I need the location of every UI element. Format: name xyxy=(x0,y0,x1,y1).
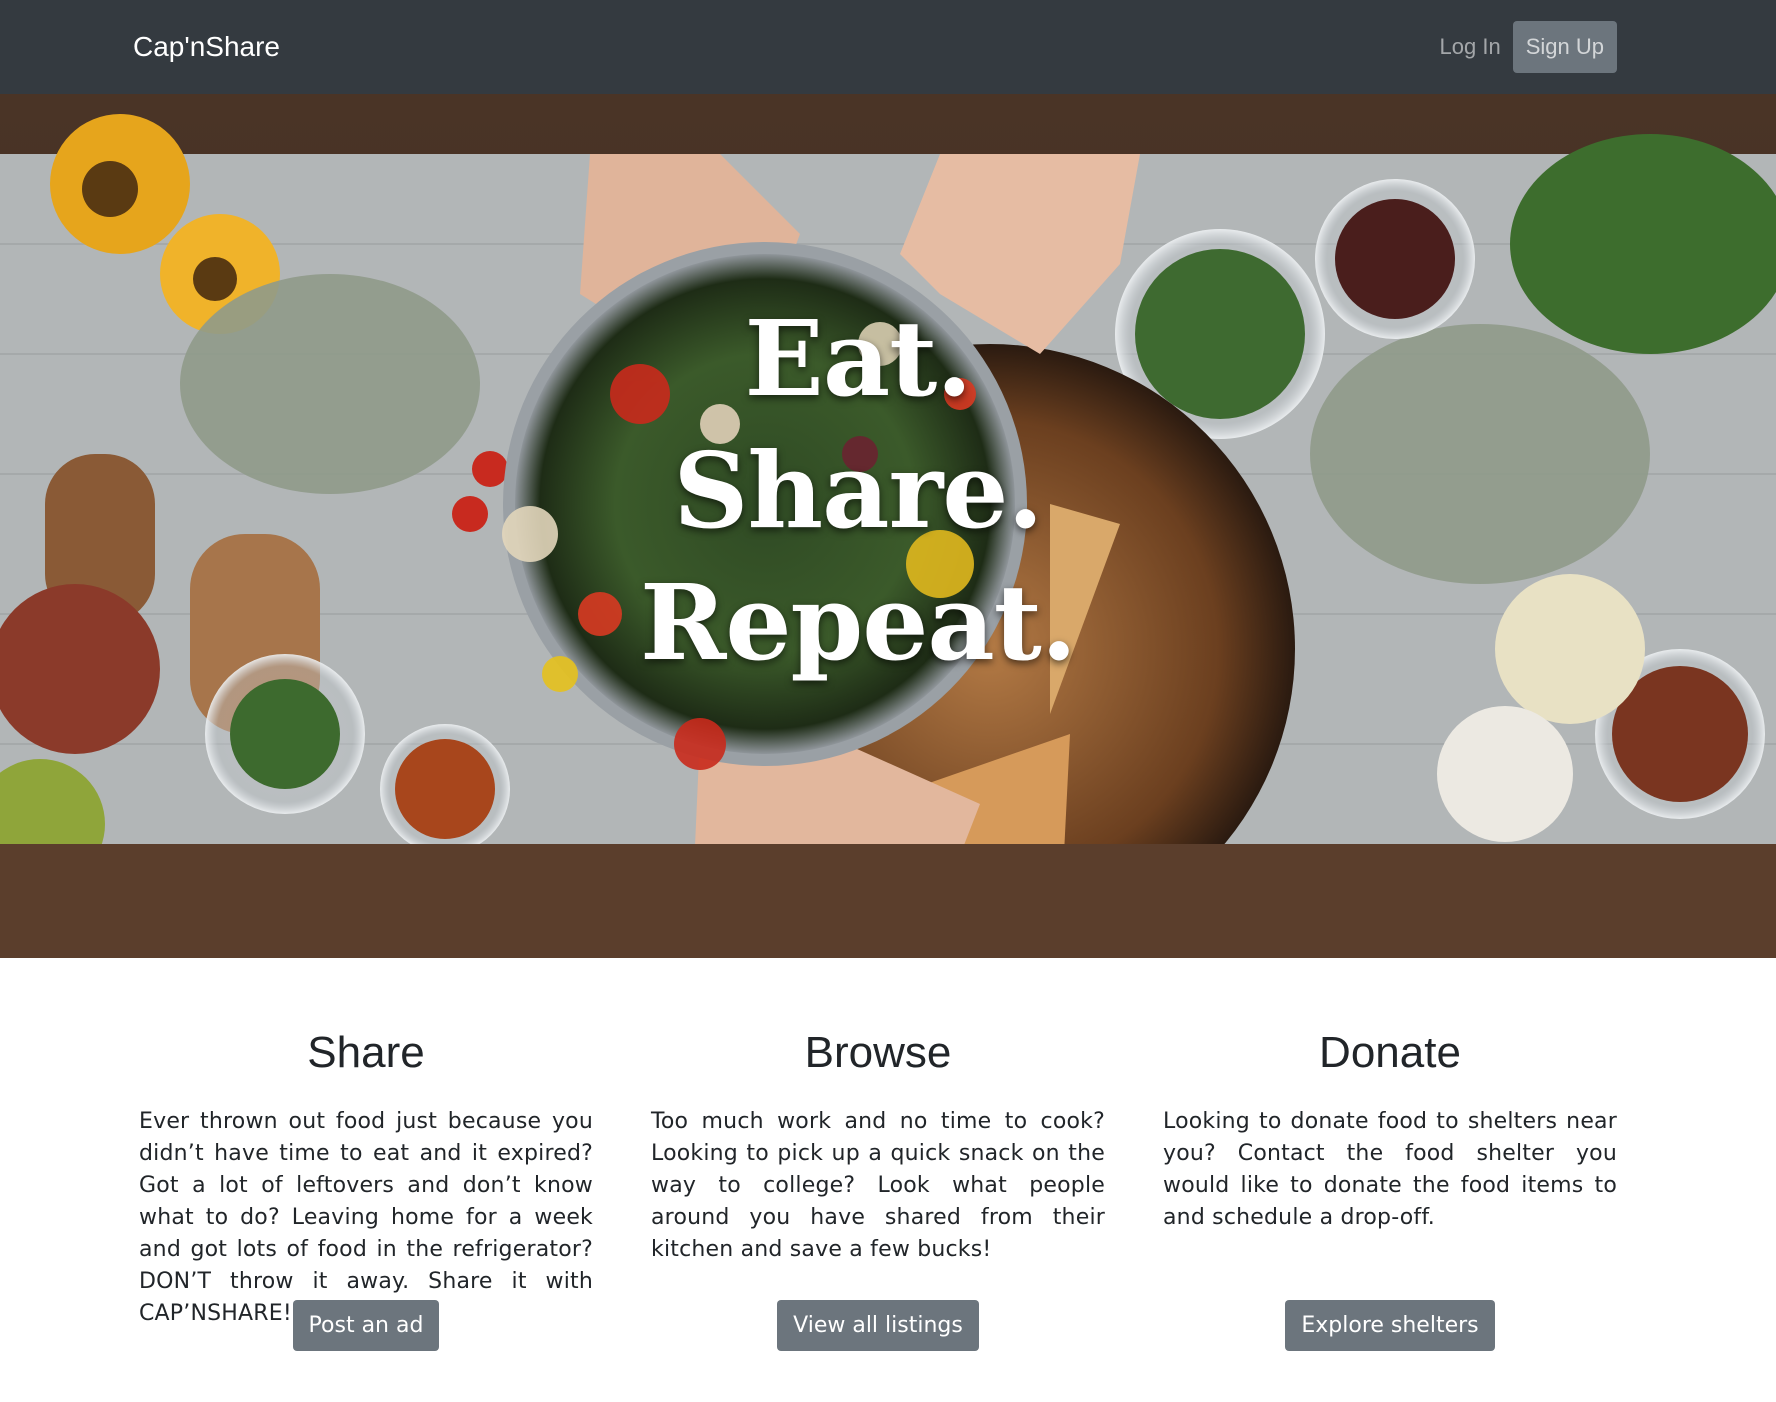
feature-share-text: Ever thrown out food just because you di… xyxy=(139,1109,593,1326)
hero-tagline: Eat. Share. Repeat. xyxy=(0,94,1776,958)
hero-banner: Eat. Share. Repeat. xyxy=(0,94,1776,958)
feature-share: Share Ever thrown out food just because … xyxy=(139,958,593,1351)
navbar-actions: Log In Sign Up xyxy=(1440,21,1617,73)
features-section: Share Ever thrown out food just because … xyxy=(0,958,1776,1351)
hero-line-repeat: Repeat. xyxy=(639,561,1077,684)
feature-browse-title: Browse xyxy=(804,1028,952,1077)
signup-button[interactable]: Sign Up xyxy=(1512,21,1617,73)
view-listings-button[interactable]: View all listings xyxy=(777,1300,979,1351)
brand-link[interactable]: Cap'nShare xyxy=(133,31,280,63)
explore-shelters-button[interactable]: Explore shelters xyxy=(1285,1300,1495,1351)
login-link[interactable]: Log In xyxy=(1440,34,1501,60)
feature-donate-title: Donate xyxy=(1319,1028,1461,1077)
top-navbar: Cap'nShare Log In Sign Up xyxy=(0,0,1776,94)
feature-browse-text: Too much work and no time to cook? Looki… xyxy=(651,1109,1105,1262)
feature-donate-text: Looking to donate food to shelters near … xyxy=(1163,1109,1617,1230)
hero-line-eat: Eat. xyxy=(744,297,973,420)
hero-line-share: Share. xyxy=(673,429,1043,552)
feature-browse: Browse Too much work and no time to cook… xyxy=(651,958,1105,1351)
post-ad-button[interactable]: Post an ad xyxy=(292,1300,440,1351)
feature-share-title: Share xyxy=(307,1028,425,1077)
feature-donate: Donate Looking to donate food to shelter… xyxy=(1163,958,1617,1351)
